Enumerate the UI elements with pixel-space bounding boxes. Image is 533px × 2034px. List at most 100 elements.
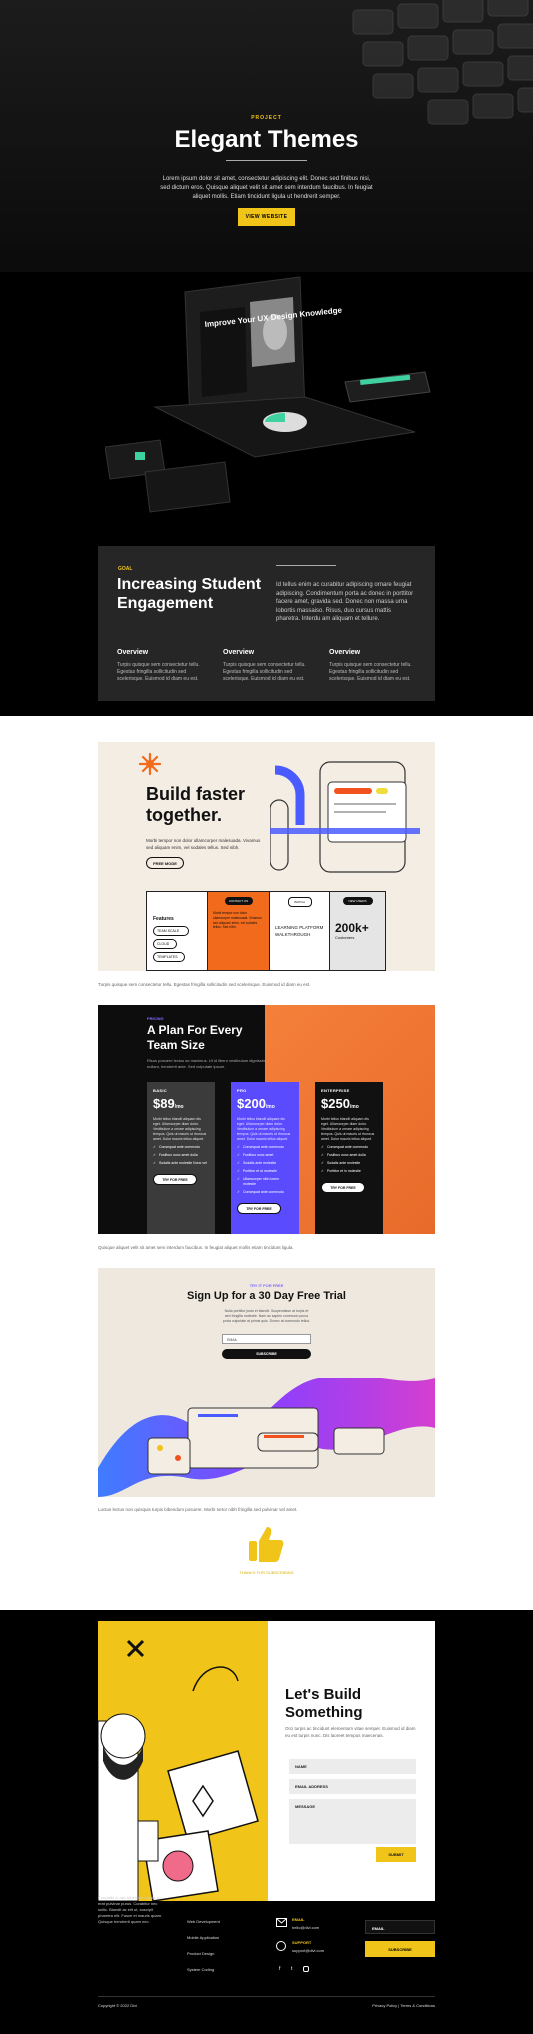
hero-title: Elegant Themes: [174, 126, 359, 153]
plan-description: Morbi tellus blandit aliquam dis eget. U…: [237, 1117, 291, 1141]
copyright: Copyright © 2022 Divi: [98, 2003, 137, 2008]
plan-period: /mo: [174, 1104, 184, 1110]
pricing-card-enterprise: ENTERPRISE $250/mo Morbi tellus blandit …: [315, 1082, 383, 1234]
check-icon: ✓: [237, 1161, 240, 1165]
case-title: Increasing Student Engagement: [117, 576, 262, 612]
instagram-icon[interactable]: [303, 1966, 309, 1972]
overview-text: Turpis quisque sem consectetur tellu. Eg…: [329, 662, 412, 682]
view-website-button[interactable]: VIEW WEBSITE: [238, 208, 295, 226]
message-field[interactable]: MESSAGE: [289, 1799, 416, 1844]
free-mode-button[interactable]: FREE MODE: [146, 857, 184, 869]
submit-button[interactable]: SUBMIT: [376, 1847, 416, 1862]
watch-text: LEARNING PLATFORM WALKTHROUGH: [275, 925, 324, 937]
divider: [226, 160, 307, 161]
newsletter-email-input[interactable]: EMAIL: [365, 1920, 435, 1934]
twitter-icon[interactable]: t: [291, 1966, 292, 1972]
watch-button[interactable]: WATCH: [287, 897, 312, 907]
check-icon: ✓: [321, 1161, 324, 1165]
hero-kicker: PROJECT: [251, 115, 282, 121]
email-field[interactable]: EMAIL: [222, 1334, 311, 1344]
plan-feature: ✓ Fusilbus nunc amet dulla: [321, 1153, 366, 1157]
overview-title: Overview: [117, 649, 149, 656]
feature-tiles: Features TEAM SCALE CLOUD TEMPLATES CONT…: [146, 891, 386, 971]
footer-link[interactable]: Mobile Application: [187, 1935, 219, 1940]
plan-price: $89: [153, 1096, 175, 1111]
plan-period: /mo: [349, 1104, 359, 1110]
footer-link[interactable]: System Coding: [187, 1967, 214, 1972]
contact-us-button[interactable]: CONTACT US: [224, 897, 253, 905]
watch-tile: WATCH LEARNING PLATFORM WALKTHROUGH: [269, 892, 329, 970]
plan-feature: ✓ Sodalis ante molestie: [321, 1161, 361, 1165]
newsletter-subscribe-button[interactable]: SUBSCRIBE: [365, 1941, 435, 1957]
users-count: 200k+: [335, 921, 369, 935]
plan-feature: ✓ Ullamcorper nibh lorem molestie: [237, 1177, 280, 1186]
policy-links[interactable]: Privacy Policy | Terms & Conditions: [372, 2003, 435, 2008]
feature-pill[interactable]: TEMPLATES: [153, 952, 185, 962]
check-icon: ✓: [321, 1169, 324, 1173]
overview-text: Turpis quisque sem consectetur tellu. Eg…: [223, 662, 306, 682]
email-value[interactable]: hello@divi.com: [292, 1925, 319, 1930]
try-free-button[interactable]: TRY FOR FREE: [237, 1203, 281, 1214]
thanks-text: THANKS FOR SUBSCRIBING: [239, 1570, 294, 1575]
plan-name: BASIC: [153, 1088, 167, 1093]
check-icon: ✓: [237, 1177, 240, 1181]
plan-feature: ✓ Consequat ante commodo: [153, 1145, 200, 1149]
users-label: Customers: [335, 935, 355, 940]
feature-pill[interactable]: CLOUD: [153, 939, 177, 949]
subscribe-button[interactable]: SUBSCRIBE: [222, 1349, 311, 1359]
trial-illustration: [98, 1378, 435, 1497]
character-illustration: [98, 1639, 259, 1901]
plan-feature: ✓ Fusilbus nunc amet dulla: [153, 1153, 198, 1157]
trial-text: Nulla porttitor justo et blandit. Suspen…: [222, 1309, 311, 1323]
check-icon: ✓: [321, 1153, 324, 1157]
check-icon: ✓: [237, 1169, 240, 1173]
divider: [276, 565, 336, 566]
trial-card: [98, 1268, 435, 1497]
trial-kicker: TRY IT FOR FREE: [249, 1283, 284, 1288]
pricing-card-pro: PRO $200/mo Morbi tellus blandit aliquam…: [231, 1082, 299, 1234]
contact-illustration: [98, 1621, 268, 1901]
contact-text: Orci turpis ac tincidunt elementum vitae…: [285, 1726, 416, 1738]
try-free-button[interactable]: TRY FOR FREE: [153, 1174, 197, 1185]
plan-subtitle: Risus posuere lectus ac maximus. Ut id l…: [147, 1058, 266, 1069]
sunburst-icon: [138, 752, 162, 776]
footer-link[interactable]: Product Design: [187, 1951, 214, 1956]
build-title: Build faster together.: [146, 784, 246, 825]
footer-brand: Divi Web: [98, 1881, 132, 1890]
check-icon: ✓: [153, 1145, 156, 1149]
support-icon: [276, 1941, 286, 1951]
plan-feature: ✓ Porttitor et ut molestie: [237, 1169, 277, 1173]
plan-title: A Plan For Every Team Size: [147, 1023, 243, 1052]
plan-feature: ✓ Consequat ante commodo: [321, 1145, 368, 1149]
facebook-icon[interactable]: f: [279, 1966, 280, 1972]
case-kicker: GOAL: [118, 566, 133, 572]
app-illustration: [270, 761, 420, 873]
plan-caption: Quisque aliquet velit sit amet sem inter…: [98, 1245, 294, 1250]
contact-tile: CONTACT US Morbi tempor non dolor ullamc…: [207, 892, 269, 970]
footer-link[interactable]: Web Development: [187, 1919, 220, 1924]
plan-feature: ✓ Consequat ante commodo: [237, 1190, 284, 1194]
footer-divider: [98, 1996, 435, 1997]
thumbs-up-icon: [249, 1527, 284, 1562]
plan-feature: ✓ Sodalis ante molestie Nunc vel: [153, 1161, 207, 1165]
check-icon: ✓: [237, 1153, 240, 1157]
plan-description: Morbi tellus blandit aliquam dis eget. U…: [153, 1117, 207, 1141]
build-text: Morbi tempor non dolor ullamcorper males…: [146, 838, 261, 850]
envelope-icon: [276, 1918, 287, 1927]
overview-column: Overview Turpis quisque sem consectetur t…: [329, 649, 419, 683]
trial-title: Sign Up for a 30 Day Free Trial: [187, 1290, 346, 1302]
feature-pill[interactable]: TEAM SCALE: [153, 926, 189, 936]
email-address-field[interactable]: EMAIL ADDRESS: [289, 1779, 416, 1794]
support-label: SUPPORT: [292, 1940, 312, 1945]
plan-name: PRO: [237, 1088, 247, 1093]
name-field[interactable]: NAME: [289, 1759, 416, 1774]
overview-title: Overview: [223, 649, 255, 656]
check-icon: ✓: [321, 1145, 324, 1149]
features-label: Features: [153, 916, 174, 922]
try-free-button[interactable]: TRY FOR FREE: [321, 1182, 365, 1193]
overview-column: Overview Turpis quisque sem consectetur t…: [223, 649, 313, 683]
support-value[interactable]: support@divi.com: [292, 1948, 324, 1953]
plan-period: /mo: [265, 1104, 275, 1110]
plan-feature: ✓ Porttitor et in molestie: [321, 1169, 361, 1173]
overview-text: Turpis quisque sem consectetur tellu. Eg…: [117, 662, 200, 682]
